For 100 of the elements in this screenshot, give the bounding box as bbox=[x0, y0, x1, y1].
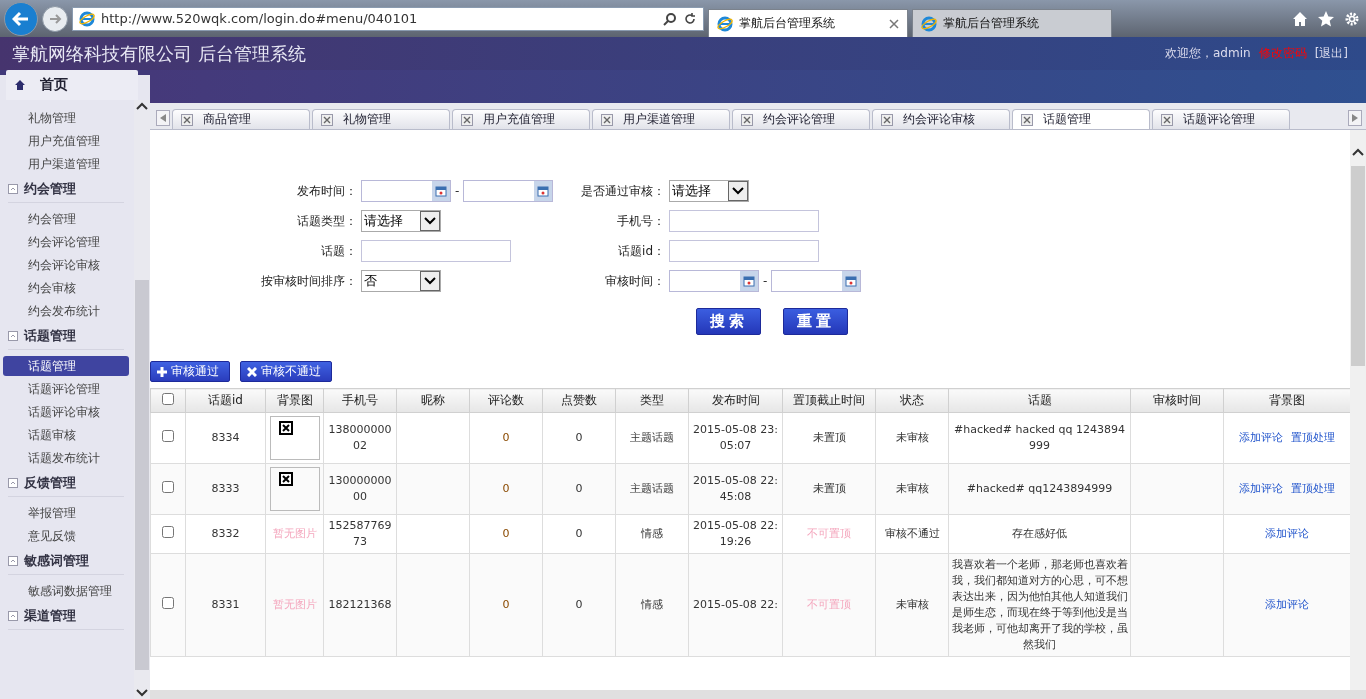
select-field[interactable]: 请选择 bbox=[361, 210, 441, 232]
chevron-up-icon[interactable] bbox=[1352, 148, 1364, 156]
system-title: 掌航网络科技有限公司 后台管理系统 bbox=[12, 41, 306, 66]
sidebar-item[interactable]: 礼物管理 bbox=[3, 108, 129, 128]
sidebar-item[interactable]: 话题审核 bbox=[3, 425, 129, 445]
action-link[interactable]: 添加评论 bbox=[1265, 527, 1309, 540]
select-field[interactable]: 请选择 bbox=[669, 180, 749, 202]
group-title[interactable]: 约会管理 bbox=[24, 180, 76, 198]
logout-link[interactable]: [退出] bbox=[1314, 45, 1348, 62]
sidebar-item[interactable]: 话题发布统计 bbox=[3, 448, 129, 468]
collapse-icon[interactable] bbox=[8, 184, 18, 194]
sidebar-item[interactable]: 敏感词数据管理 bbox=[3, 581, 129, 601]
input-field[interactable] bbox=[669, 210, 819, 232]
dropdown-button[interactable] bbox=[420, 211, 440, 231]
dropdown-button[interactable] bbox=[420, 271, 440, 291]
sidebar-item[interactable]: 话题评论管理 bbox=[3, 379, 129, 399]
collapse-icon[interactable] bbox=[8, 478, 18, 488]
tab[interactable]: 约会评论审核 bbox=[872, 109, 1010, 129]
dropdown-button[interactable] bbox=[728, 181, 748, 201]
group-title[interactable]: 话题管理 bbox=[24, 327, 76, 345]
chevron-up-icon[interactable] bbox=[136, 102, 148, 110]
close-icon[interactable] bbox=[321, 113, 333, 126]
column-header: 类型 bbox=[615, 388, 689, 413]
chevron-down-icon[interactable] bbox=[136, 689, 148, 697]
tab[interactable]: 用户充值管理 bbox=[452, 109, 590, 129]
row-checkbox[interactable] bbox=[162, 596, 174, 609]
table-cell: 2015-05-08 22: bbox=[688, 553, 783, 657]
address-bar[interactable]: http://www.520wqk.com/login.do#menu/040101 bbox=[72, 6, 704, 31]
scrollbar[interactable] bbox=[134, 100, 150, 699]
close-icon[interactable] bbox=[1021, 113, 1033, 126]
refresh-icon[interactable] bbox=[683, 11, 697, 26]
sidebar-item[interactable]: 话题管理 bbox=[3, 356, 129, 376]
group-title[interactable]: 反馈管理 bbox=[24, 474, 76, 492]
action-link[interactable]: 置顶处理 bbox=[1291, 431, 1335, 444]
date-field[interactable] bbox=[361, 180, 451, 202]
sidebar-item[interactable]: 用户渠道管理 bbox=[3, 154, 129, 174]
close-icon[interactable] bbox=[741, 113, 753, 126]
tab[interactable]: 商品管理 bbox=[172, 109, 310, 129]
collapse-icon[interactable] bbox=[8, 556, 18, 566]
tab[interactable]: 礼物管理 bbox=[312, 109, 450, 129]
sidebar-item[interactable]: 意见反馈 bbox=[3, 526, 129, 546]
collapse-icon[interactable] bbox=[8, 611, 18, 621]
column-header: 状态 bbox=[875, 388, 949, 413]
home-icon[interactable] bbox=[1292, 10, 1308, 27]
action-link[interactable]: 添加评论 bbox=[1239, 431, 1283, 444]
star-icon[interactable] bbox=[1318, 10, 1334, 27]
sidebar-item[interactable]: 约会管理 bbox=[3, 209, 129, 229]
scroll-right-button[interactable] bbox=[1348, 110, 1362, 126]
search-icon[interactable] bbox=[663, 11, 677, 26]
sidebar-item[interactable]: 约会发布统计 bbox=[3, 301, 129, 321]
tab[interactable]: 话题评论管理 bbox=[1152, 109, 1290, 129]
sidebar-item[interactable]: 用户充值管理 bbox=[3, 131, 129, 151]
sidebar-item[interactable]: 约会审核 bbox=[3, 278, 129, 298]
tab[interactable]: 约会评论管理 bbox=[732, 109, 870, 129]
sidebar-item[interactable]: 话题评论审核 bbox=[3, 402, 129, 422]
sidebar-item[interactable]: 约会评论审核 bbox=[3, 255, 129, 275]
tab[interactable]: 用户渠道管理 bbox=[592, 109, 730, 129]
collapse-icon[interactable] bbox=[8, 331, 18, 341]
date-field[interactable] bbox=[771, 270, 862, 292]
calendar-button[interactable] bbox=[842, 271, 861, 291]
close-icon[interactable] bbox=[461, 113, 473, 126]
input-field[interactable] bbox=[669, 240, 819, 262]
action-link[interactable]: 添加评论 bbox=[1239, 482, 1283, 495]
approve-button[interactable]: 审核通过 bbox=[150, 361, 230, 382]
calendar-button[interactable] bbox=[432, 181, 450, 201]
browser-tab[interactable]: 掌航后台管理系统 bbox=[708, 9, 908, 37]
date-field[interactable] bbox=[463, 180, 554, 202]
triangle-left-icon bbox=[160, 114, 166, 122]
action-link[interactable]: 置顶处理 bbox=[1291, 482, 1335, 495]
forward-button[interactable] bbox=[42, 5, 68, 32]
row-checkbox[interactable] bbox=[162, 480, 174, 493]
horizontal-scrollbar[interactable] bbox=[150, 690, 1366, 699]
close-icon[interactable] bbox=[601, 113, 613, 126]
sidebar-item[interactable]: 约会评论管理 bbox=[3, 232, 129, 252]
reject-button[interactable]: 审核不通过 bbox=[240, 361, 332, 382]
close-icon[interactable] bbox=[889, 18, 899, 29]
home-tab[interactable]: 首页 bbox=[6, 70, 138, 100]
date-field[interactable] bbox=[669, 270, 759, 292]
select-field[interactable]: 否 bbox=[361, 270, 441, 292]
action-link[interactable]: 添加评论 bbox=[1265, 598, 1309, 611]
close-icon[interactable] bbox=[1161, 113, 1173, 126]
select-all-checkbox[interactable] bbox=[162, 393, 174, 405]
form-button[interactable]: 重置 bbox=[783, 308, 848, 335]
back-button[interactable] bbox=[4, 1, 38, 36]
form-button[interactable]: 搜索 bbox=[696, 308, 761, 335]
calendar-button[interactable] bbox=[740, 271, 758, 291]
browser-tab[interactable]: 掌航后台管理系统 bbox=[912, 9, 1112, 37]
close-icon[interactable] bbox=[881, 113, 893, 126]
group-title[interactable]: 敏感词管理 bbox=[24, 552, 89, 570]
scroll-left-button[interactable] bbox=[156, 110, 170, 126]
settings-icon[interactable] bbox=[1344, 10, 1360, 27]
group-title[interactable]: 渠道管理 bbox=[24, 607, 76, 625]
calendar-button[interactable] bbox=[534, 181, 553, 201]
input-field[interactable] bbox=[361, 240, 511, 262]
row-checkbox[interactable] bbox=[162, 429, 174, 442]
tab[interactable]: 话题管理 bbox=[1012, 109, 1150, 129]
row-checkbox[interactable] bbox=[162, 525, 174, 538]
scrollbar[interactable] bbox=[1350, 130, 1366, 690]
sidebar-item[interactable]: 举报管理 bbox=[3, 503, 129, 523]
close-icon[interactable] bbox=[181, 113, 193, 126]
